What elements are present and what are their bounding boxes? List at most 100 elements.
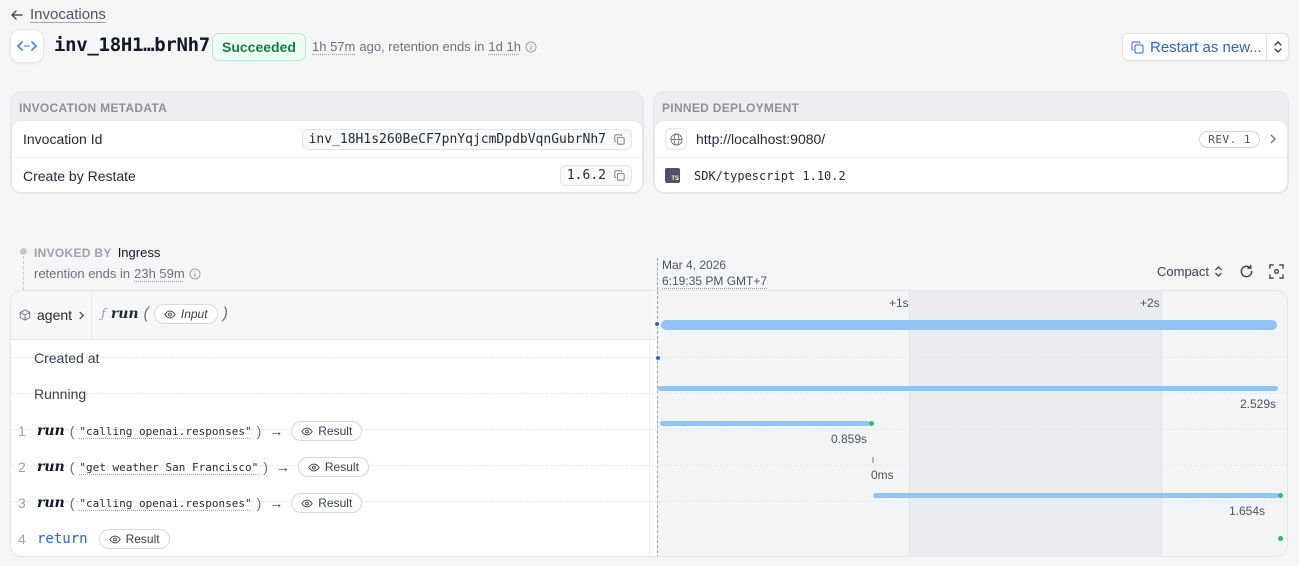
service-link[interactable]: agent xyxy=(19,307,85,323)
step-index: 3 xyxy=(18,495,26,511)
row-divider xyxy=(11,357,1287,358)
paren-open: ( xyxy=(143,305,149,322)
eye-icon xyxy=(301,427,313,435)
focus-icon[interactable] xyxy=(1269,264,1284,279)
paren-open: ( xyxy=(69,423,75,439)
step-arg: "get weather San Francisco" xyxy=(79,460,259,474)
view-mode-select[interactable]: Compact xyxy=(1157,264,1223,279)
journal-step-3[interactable]: 3 run ( "calling openai.responses" ) → R… xyxy=(18,493,363,513)
invocation-age-line: 1h 57m ago, retention ends in 1d 1h xyxy=(312,39,537,54)
restart-button-group: Restart as new... xyxy=(1122,33,1289,61)
chevron-right-icon xyxy=(79,311,85,319)
journal-step-2[interactable]: 2 run ( "get weather San Francisco" ) → … xyxy=(18,457,369,477)
step-1-duration: 0.859s xyxy=(831,432,868,446)
running-label: Running xyxy=(34,386,87,402)
divider xyxy=(91,291,92,340)
retention-value[interactable]: 23h 59m xyxy=(134,266,185,281)
paren-open: ( xyxy=(69,495,75,511)
chevron-up-down-icon xyxy=(1273,41,1282,53)
chevron-right-icon xyxy=(1270,134,1276,144)
invocation-id-pill[interactable]: inv_18H1s260BeCF7pnYqjcmDpdbVqnGubrNh7 xyxy=(301,128,632,150)
refresh-icon[interactable] xyxy=(1239,264,1254,279)
arrow-right-icon: → xyxy=(269,423,284,439)
timeline-start: Mar 4, 2026 6:19:35 PM GMT+7 xyxy=(662,257,767,289)
metadata-row-id: Invocation Id inv_18H1s260BeCF7pnYqjcmDp… xyxy=(12,121,642,157)
invoked-by-retention: retention ends in 23h 59m xyxy=(34,266,201,281)
step-1-complete-dot xyxy=(869,421,874,426)
created-at-label: Created at xyxy=(34,350,100,366)
step-1-bar[interactable] xyxy=(660,421,870,426)
paren-open: ( xyxy=(69,459,75,475)
deployment-url: http://localhost:9080/ xyxy=(696,131,826,147)
card-title: INVOCATION METADATA xyxy=(19,101,168,115)
retention-value[interactable]: 1d 1h xyxy=(488,39,521,54)
result-button[interactable]: Result xyxy=(297,457,369,477)
info-icon[interactable] xyxy=(525,41,537,53)
sdk-version: SDK/typescript 1.10.2 xyxy=(694,168,846,183)
handler-name: run xyxy=(110,306,139,322)
running-duration: 2.529s xyxy=(1240,397,1277,411)
back-link-label: Invocations xyxy=(30,6,106,23)
copy-icon[interactable] xyxy=(614,170,625,181)
tick-line xyxy=(1161,291,1162,556)
input-button[interactable]: Input xyxy=(153,304,218,324)
eye-icon xyxy=(164,310,176,318)
running-bar[interactable] xyxy=(658,386,1278,391)
cube-icon xyxy=(19,309,31,321)
deployment-body: http://localhost:9080/ REV. 1 TS SDK/typ… xyxy=(654,120,1288,193)
invocation-journal-panel: +1s +2s agent ƒ run ( Input ) Created at… xyxy=(10,290,1288,557)
metadata-row-created: Create by Restate 1.6.2 xyxy=(12,157,642,193)
handler-call: ƒ run ( Input ) xyxy=(101,304,228,324)
pinned-deployment-card: PINNED DEPLOYMENT http://localhost:9080/… xyxy=(653,91,1289,194)
paren-close: ) xyxy=(256,423,262,439)
timeline-time[interactable]: 6:19:35 PM GMT+7 xyxy=(662,273,767,289)
step-arg: "calling openai.responses" xyxy=(79,496,252,510)
invocation-id-value: inv_18H1s260BeCF7pnYqjcmDpdbVqnGubrNh7 xyxy=(308,131,606,147)
tick-label: +2s xyxy=(1140,296,1160,310)
restart-as-new-button[interactable]: Restart as new... xyxy=(1123,34,1266,60)
step-2-duration: 0ms xyxy=(871,468,894,482)
timeline-origin-dot xyxy=(20,248,27,255)
journal-step-1[interactable]: 1 run ( "calling openai.responses" ) → R… xyxy=(18,421,363,441)
step-fn: run xyxy=(37,495,65,511)
chevron-up-down-icon xyxy=(1215,266,1222,277)
arrow-left-icon xyxy=(10,9,23,20)
service-name: agent xyxy=(37,307,73,323)
step-3-complete-dot xyxy=(1278,493,1283,498)
result-button[interactable]: Result xyxy=(291,493,363,513)
page-title: inv_18H1…brNh7 xyxy=(54,34,210,56)
typescript-icon: TS xyxy=(665,168,680,183)
age-suffix: ago, retention ends in xyxy=(359,39,485,54)
view-mode-label: Compact xyxy=(1157,264,1210,279)
eye-icon xyxy=(308,463,320,471)
age-value[interactable]: 1h 57m xyxy=(312,39,355,54)
result-button[interactable]: Result xyxy=(98,529,170,549)
row-label: Create by Restate xyxy=(23,167,136,184)
invoked-by-source: Ingress xyxy=(117,245,161,260)
journal-step-4[interactable]: 4 return Result xyxy=(18,529,170,549)
row-label: Invocation Id xyxy=(23,131,103,147)
invocation-bar[interactable] xyxy=(661,320,1277,330)
deployment-url-row[interactable]: http://localhost:9080/ REV. 1 xyxy=(655,121,1287,157)
copy-icon[interactable] xyxy=(614,133,625,145)
result-label: Result xyxy=(125,532,160,546)
result-label: Result xyxy=(318,496,353,510)
timeline-start-line xyxy=(657,291,658,556)
restart-label: Restart as new... xyxy=(1150,38,1262,56)
restate-version-pill[interactable]: 1.6.2 xyxy=(559,165,632,186)
result-label: Result xyxy=(318,424,353,438)
step-3-bar[interactable] xyxy=(873,493,1279,498)
step-2-bar[interactable] xyxy=(872,457,874,463)
back-link[interactable]: Invocations xyxy=(10,6,106,23)
info-icon[interactable] xyxy=(189,268,201,280)
step-fn: run xyxy=(37,423,65,439)
timeline-band xyxy=(909,291,1161,556)
card-title: PINNED DEPLOYMENT xyxy=(662,101,800,115)
tick-line xyxy=(909,291,910,556)
result-button[interactable]: Result xyxy=(291,421,363,441)
globe-icon xyxy=(665,128,687,150)
code-arrows-icon xyxy=(17,41,37,51)
status-badge: Succeeded xyxy=(212,33,306,61)
start-dot xyxy=(654,321,660,327)
restart-options-toggle[interactable] xyxy=(1266,34,1288,60)
